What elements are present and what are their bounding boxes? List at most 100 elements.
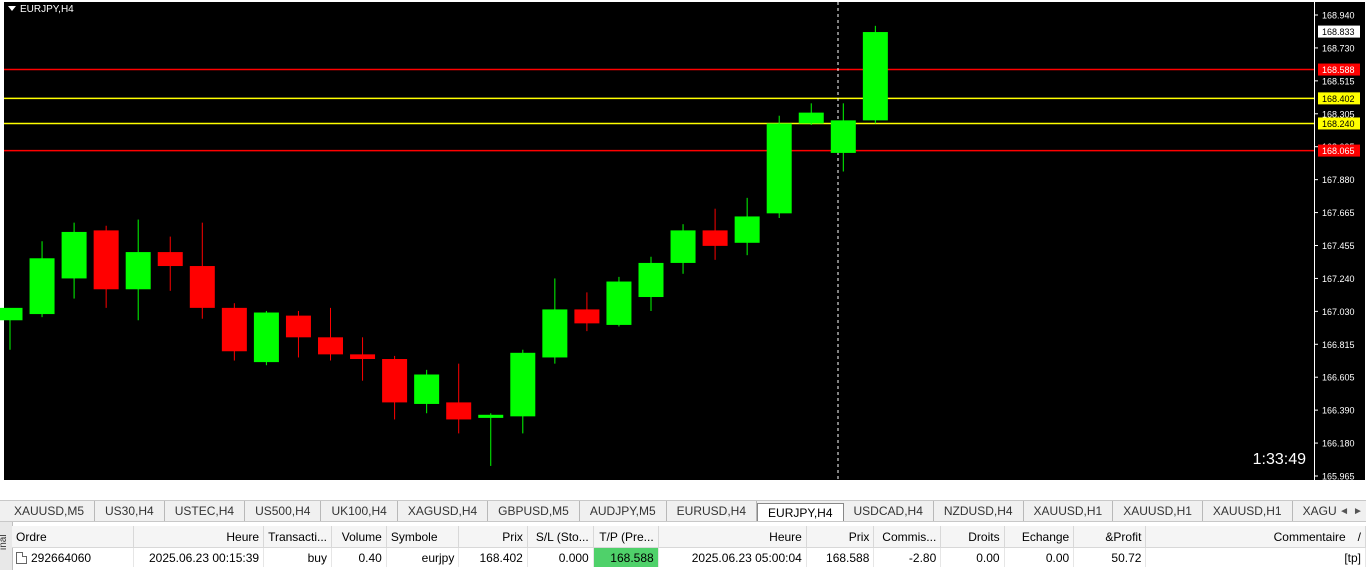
column-header-label: Transacti... (268, 529, 327, 544)
terminal-panel: inal Ordre Heure Transacti... Volume Symbole… (0, 522, 1366, 570)
chart-tab[interactable]: EURJPY,H4 (757, 503, 844, 521)
column-header-label: Heure (769, 529, 802, 544)
candle-body (414, 374, 440, 404)
time-axis-label: 19 Jun 00:00 (455, 484, 507, 494)
cell-value: 0.40 (358, 550, 382, 565)
column-header[interactable]: Droits (940, 526, 1005, 548)
time-axis-label: 20 Jun 16:00 (775, 484, 827, 494)
column-header-label: Droits (968, 529, 1000, 544)
time-axis-label: 20 Jun 00:00 (647, 484, 699, 494)
column-header[interactable]: Prix (458, 526, 528, 548)
cell-value: 2025.06.23 00:15:39 (148, 550, 260, 565)
time-axis-label: 19 Jun 16:00 (583, 484, 635, 494)
chart-tab[interactable]: XAUUSD,H1 (1113, 501, 1203, 521)
price-axis-label: 167.880 (1322, 175, 1355, 185)
table-cell: 2025.06.23 00:15:39 (133, 547, 265, 567)
candle-body (830, 120, 856, 153)
cell-value: [tp] (1344, 550, 1361, 565)
candle-body (29, 258, 55, 315)
cell-value: 168.588 (610, 550, 654, 565)
time-axis-label: 18 Jun 00:00 (262, 484, 314, 494)
candle-body (670, 230, 696, 263)
table-cell: 168.588 (593, 547, 659, 567)
candle-body (766, 123, 792, 214)
cell-value: 50.72 (1111, 550, 1142, 565)
scroll-right-icon[interactable]: ► (1353, 506, 1363, 517)
column-header[interactable]: Heure (658, 526, 807, 548)
price-axis-label: 167.030 (1322, 307, 1355, 317)
column-header[interactable]: Echange (1004, 526, 1075, 548)
column-header[interactable]: Prix (806, 526, 875, 548)
candle-body (157, 252, 183, 267)
column-header-label: Commentaire (1273, 529, 1346, 544)
column-header-label: Ordre (16, 529, 47, 544)
chart-tab[interactable]: US500,H4 (245, 501, 322, 521)
chart-tab[interactable]: US30,H4 (95, 501, 165, 521)
price-tag-label: 168.402 (1322, 94, 1355, 104)
time-axis-label: 18 Jun 08:00 (327, 484, 379, 494)
table-cell: 0.40 (331, 547, 387, 567)
cell-value: 0.00 (1045, 550, 1070, 565)
column-header[interactable]: S/L (Sto... (527, 526, 594, 548)
chart-tab[interactable]: USDCAD,H4 (844, 501, 934, 521)
column-header[interactable]: Ordre (12, 526, 135, 548)
table-cell: -2.80 (873, 547, 942, 567)
candle-body (478, 414, 504, 418)
price-chart[interactable]: 168.940168.730168.515168.305168.095167.8… (0, 0, 1366, 500)
chart-tab[interactable]: EURUSD,H4 (667, 501, 758, 521)
candle-body (285, 315, 311, 338)
table-cell: 2025.06.23 05:00:04 (658, 547, 807, 567)
time-axis-label: 20 Jun 08:00 (711, 484, 763, 494)
column-header-label: Volume (341, 529, 382, 544)
cell-value: 2025.06.23 05:00:04 (691, 550, 802, 565)
chart-tab[interactable]: NZDUSD,H4 (934, 501, 1024, 521)
chart-window[interactable]: 168.940168.730168.515168.305168.095167.8… (0, 0, 1366, 500)
candle-body (189, 266, 215, 308)
table-cell: 0.00 (1004, 547, 1075, 567)
time-axis-label: 17 Jun 08:00 (134, 484, 186, 494)
table-header-row: Ordre Heure Transacti... Volume Symbole Prix S… (12, 526, 1366, 548)
chart-tab[interactable]: XAUUSD,H1 (1024, 501, 1114, 521)
candle-body (542, 309, 568, 358)
chart-tab[interactable]: USTEC,H4 (165, 501, 246, 521)
column-header[interactable]: Symbole (386, 526, 460, 548)
candle-body (638, 262, 664, 298)
price-axis-label: 166.180 (1322, 439, 1355, 449)
column-header-label: &Profit (1105, 529, 1142, 544)
chart-tab[interactable]: XAGUSD,H4 (398, 501, 489, 521)
chart-tab[interactable]: XAUUSD,M5 (4, 501, 96, 521)
column-header-label: Prix (848, 529, 870, 544)
tab-scroll-buttons[interactable]: ◄ ► (1336, 501, 1366, 521)
price-axis-label: 168.730 (1322, 43, 1355, 53)
sort-indicator-icon: / (1357, 529, 1361, 544)
scroll-left-icon[interactable]: ◄ (1339, 506, 1349, 517)
chart-menu-arrow-icon[interactable] (8, 6, 16, 11)
column-header-label: Heure (226, 529, 260, 544)
column-header[interactable]: Heure (133, 526, 265, 548)
column-header[interactable]: Transacti... (263, 526, 332, 548)
chart-tab[interactable]: AUDJPY,M5 (580, 501, 667, 521)
candle-body (382, 359, 408, 403)
table-row[interactable]: 292664060 2025.06.23 00:15:39 buy 0.40 eurjp… (12, 547, 1366, 567)
table-cell: [tp] (1145, 547, 1366, 567)
candle-body (93, 230, 119, 290)
candle-body (0, 307, 23, 321)
column-header-label: S/L (Sto... (535, 529, 589, 544)
table-cell: 50.72 (1073, 547, 1147, 567)
chart-tab[interactable]: XAUUSD,H1 (1203, 501, 1293, 521)
column-header[interactable]: &Profit (1073, 526, 1147, 548)
table-cell: 292664060 (12, 547, 135, 567)
table-cell: 168.588 (806, 547, 875, 567)
chart-tab[interactable]: GBPUSD,M5 (488, 501, 580, 521)
candle-body (510, 352, 536, 417)
column-header[interactable]: Commentaire / (1145, 526, 1366, 548)
candle-body (702, 230, 728, 246)
column-header[interactable]: Volume (331, 526, 387, 548)
price-tag-label: 168.065 (1322, 146, 1355, 156)
candle-body (798, 112, 824, 124)
column-header-label: Commis... (882, 529, 937, 544)
column-header[interactable]: Commis... (873, 526, 942, 548)
chart-tab[interactable]: UK100,H4 (321, 501, 398, 521)
column-header[interactable]: T/P (Pre... (593, 526, 659, 548)
time-axis-label: 18 Jun 16:00 (391, 484, 443, 494)
